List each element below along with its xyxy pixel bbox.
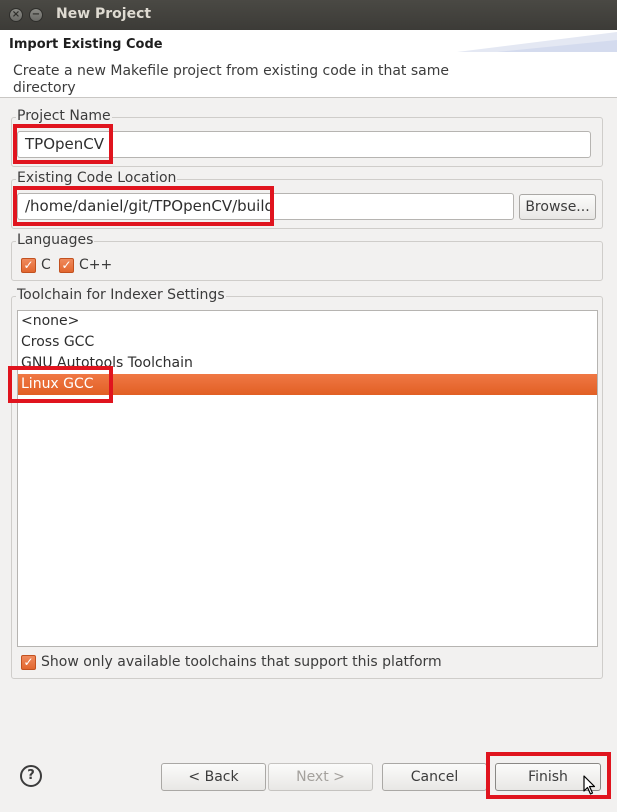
wizard-title: Import Existing Code <box>9 37 163 52</box>
checkmark-icon: ✓ <box>23 655 34 669</box>
close-icon: × <box>11 9 21 20</box>
toolchain-filter-label: Show only available toolchains that supp… <box>41 654 442 670</box>
toolchain-item-none[interactable]: <none> <box>18 311 597 332</box>
minimize-icon: − <box>31 9 41 20</box>
banner-decoration <box>457 32 617 52</box>
languages-label: Languages <box>16 232 95 248</box>
browse-button[interactable]: Browse... <box>519 194 596 220</box>
next-button[interactable]: Next > <box>268 763 373 791</box>
cancel-button[interactable]: Cancel <box>382 763 487 791</box>
toolchain-item-cross-gcc[interactable]: Cross GCC <box>18 332 597 353</box>
wizard-description: Create a new Makefile project from exist… <box>13 63 449 96</box>
toolchain-item-linux-gcc[interactable]: Linux GCC <box>18 374 597 395</box>
title-bar: × − New Project <box>0 0 617 30</box>
toolchain-label: Toolchain for Indexer Settings <box>16 287 226 303</box>
window-title: New Project <box>56 6 152 22</box>
help-icon[interactable]: ? <box>20 765 42 787</box>
checkmark-icon: ✓ <box>61 258 72 272</box>
mouse-cursor-icon <box>583 775 596 795</box>
checkmark-icon: ✓ <box>23 258 34 272</box>
back-button[interactable]: < Back <box>161 763 266 791</box>
language-cpp-label: C++ <box>79 257 113 273</box>
minimize-window-button[interactable]: − <box>29 8 43 22</box>
toolchain-list[interactable]: <none> Cross GCC GNU Autotools Toolchain… <box>17 310 598 647</box>
language-c-checkbox[interactable]: ✓ <box>21 258 36 273</box>
wizard-banner: Import Existing Code Create a new Makefi… <box>0 30 617 98</box>
toolchain-item-gnu-autotools[interactable]: GNU Autotools Toolchain <box>18 353 597 374</box>
code-location-input[interactable]: /home/daniel/git/TPOpenCV/build <box>17 193 514 220</box>
toolchain-filter-checkbox[interactable]: ✓ <box>21 655 36 670</box>
project-name-label: Project Name <box>16 108 112 124</box>
close-window-button[interactable]: × <box>9 8 23 22</box>
project-name-input[interactable]: TPOpenCV <box>17 131 591 158</box>
code-location-label: Existing Code Location <box>16 170 178 186</box>
language-cpp-checkbox[interactable]: ✓ <box>59 258 74 273</box>
language-c-label: C <box>41 257 51 273</box>
